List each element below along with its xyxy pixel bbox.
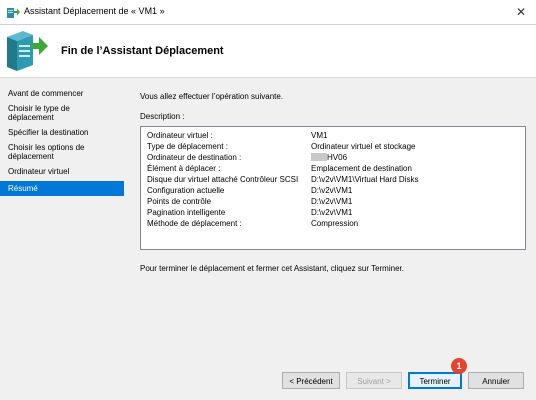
close-icon: ✕ bbox=[515, 5, 527, 19]
row-value: HV06 bbox=[311, 153, 347, 163]
window-title: Assistant Déplacement de « VM1 » bbox=[24, 6, 165, 16]
server-move-icon bbox=[7, 31, 48, 71]
row-key: Disque dur virtuel attaché Contrôleur SC… bbox=[147, 175, 299, 184]
description-label: Description : bbox=[140, 112, 185, 121]
description-box[interactable]: Ordinateur virtuel : VM1 Type de déplace… bbox=[140, 126, 526, 250]
step-annotation-badge: 1 bbox=[451, 358, 467, 374]
cancel-button[interactable]: Annuler bbox=[468, 372, 524, 389]
close-button[interactable]: ✕ bbox=[506, 0, 536, 24]
row-value: Emplacement de destination bbox=[311, 164, 412, 173]
row-value: D:\v2v\VM1 bbox=[311, 197, 353, 206]
row-key: Pagination intelligente bbox=[147, 208, 226, 217]
row-key: Configuration actuelle bbox=[147, 186, 225, 195]
row-value: VM1 bbox=[311, 131, 328, 140]
sidebar-item-move-type[interactable]: Choisir le type de déplacement bbox=[0, 102, 124, 124]
sidebar-item-destination[interactable]: Spécifier la destination bbox=[0, 126, 124, 139]
previous-button[interactable]: < Précédent bbox=[282, 372, 340, 389]
sidebar-item-move-options[interactable]: Choisir les options de déplacement bbox=[0, 141, 124, 163]
row-value: D:\v2v\VM1 bbox=[311, 208, 353, 217]
hyperv-move-icon bbox=[7, 8, 20, 18]
row-key: Élément à déplacer : bbox=[147, 164, 221, 173]
row-key: Ordinateur virtuel : bbox=[147, 131, 213, 140]
title-bar: Assistant Déplacement de « VM1 » ✕ bbox=[0, 0, 536, 25]
row-key: Méthode de déplacement : bbox=[147, 219, 242, 228]
page-title: Fin de l’Assistant Déplacement bbox=[61, 45, 224, 57]
sidebar-item-virtual-machine[interactable]: Ordinateur virtuel bbox=[0, 165, 124, 178]
wizard-steps-sidebar: Avant de commencer Choisir le type de dé… bbox=[0, 87, 124, 198]
next-button[interactable]: Suivant > bbox=[346, 372, 402, 389]
sidebar-item-before-you-begin[interactable]: Avant de commencer bbox=[0, 87, 124, 100]
row-key: Points de contrôle bbox=[147, 197, 212, 206]
intro-text: Vous allez effectuer l’opération suivant… bbox=[140, 92, 284, 101]
sidebar-item-summary[interactable]: Résumé bbox=[0, 181, 124, 196]
finish-button[interactable]: Terminer bbox=[408, 372, 462, 389]
row-key: Ordinateur de destination : bbox=[147, 153, 242, 162]
row-value: D:\v2v\VM1\Virtual Hard Disks bbox=[311, 175, 419, 184]
wizard-header: Fin de l’Assistant Déplacement bbox=[0, 25, 536, 78]
row-key: Type de déplacement : bbox=[147, 142, 228, 151]
row-value: Compression bbox=[311, 219, 359, 228]
finish-instructions: Pour terminer le déplacement et fermer c… bbox=[140, 264, 404, 273]
row-value: D:\v2v\VM1 bbox=[311, 186, 353, 195]
row-value: Ordinateur virtuel et stockage bbox=[311, 142, 416, 151]
redaction-block bbox=[311, 153, 327, 161]
destination-host: HV06 bbox=[327, 153, 348, 162]
